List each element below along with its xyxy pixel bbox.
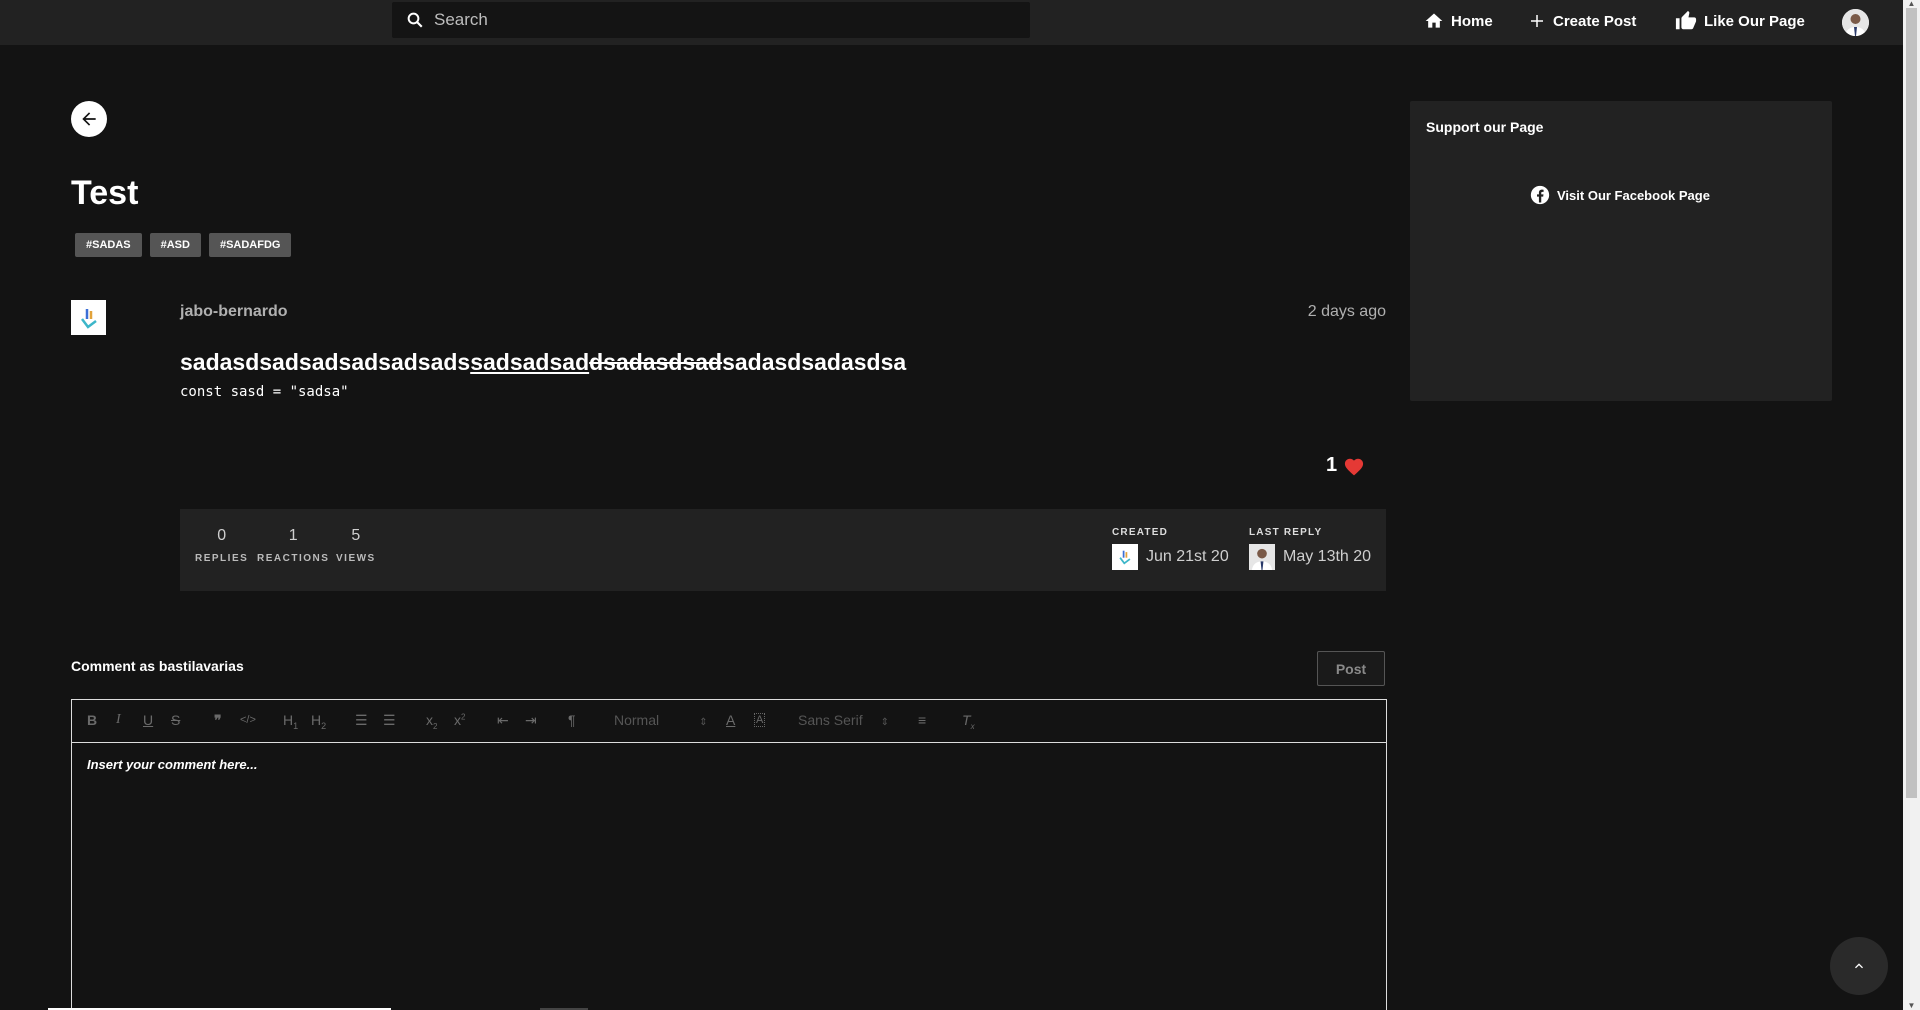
background-color-icon[interactable]: A xyxy=(754,713,766,727)
code-icon[interactable]: </> xyxy=(240,714,256,726)
nav-like-page[interactable]: Like Our Page xyxy=(1675,0,1805,42)
stat-value: 1 xyxy=(288,527,298,544)
stat-replies: 0 REPLIES xyxy=(195,527,248,564)
strikethrough-icon[interactable]: S xyxy=(171,712,180,728)
nav-home-label: Home xyxy=(1451,12,1493,30)
post-content: sadasdsadsadsadsadsadssadsadsaddsadasdsa… xyxy=(180,349,906,376)
facebook-link[interactable]: Visit Our Facebook Page xyxy=(1530,185,1710,205)
stat-label: VIEWS xyxy=(336,553,376,564)
underline-icon[interactable]: U xyxy=(143,712,153,728)
indent-icon[interactable]: ⇥ xyxy=(525,712,537,729)
superscript-icon[interactable]: x2 xyxy=(454,712,465,728)
support-panel: Support our Page Visit Our Facebook Page xyxy=(1410,101,1832,401)
bullet-list-icon[interactable]: ☰ xyxy=(383,712,396,729)
search-input[interactable] xyxy=(432,9,996,31)
content-underlined: sadsadsad xyxy=(470,349,590,375)
top-bar: Home Create Post Like Our Page xyxy=(0,0,1903,45)
author-name[interactable]: jabo-bernardo xyxy=(180,303,288,321)
tag-chip[interactable]: #SADAS xyxy=(75,233,142,257)
search-icon xyxy=(407,12,423,28)
plus-icon xyxy=(1531,15,1543,27)
select-arrows-icon: ⇕ xyxy=(880,717,889,728)
text-direction-icon[interactable]: ¶ xyxy=(568,712,576,728)
nav-create-post-label: Create Post xyxy=(1553,12,1637,30)
meta-last-reply: LAST REPLY May 13th 20 xyxy=(1249,527,1371,570)
avatar-image xyxy=(1842,9,1869,36)
outdent-icon[interactable]: ⇤ xyxy=(497,712,509,729)
user-avatar[interactable] xyxy=(1842,9,1869,36)
author-logo-icon xyxy=(80,308,97,329)
stat-label: REPLIES xyxy=(195,553,249,564)
meta-created: CREATED Jun 21st 20 xyxy=(1112,527,1229,570)
font-select-value: Sans Serif xyxy=(798,712,863,728)
arrow-left-icon xyxy=(82,112,96,126)
home-icon xyxy=(1425,13,1443,28)
creator-avatar[interactable] xyxy=(1112,544,1138,570)
scrollbar-thumb[interactable] xyxy=(1906,8,1917,798)
post-title: Test xyxy=(71,174,139,212)
subscript-icon[interactable]: x2 xyxy=(426,712,437,731)
last-reply-date: May 13th 20 xyxy=(1283,548,1372,565)
comment-as-label: Comment as bastilavarias xyxy=(71,658,244,674)
header-select[interactable]: Normal ⇕ xyxy=(614,712,708,728)
last-reply-avatar[interactable] xyxy=(1249,544,1275,570)
chevron-up-icon xyxy=(1855,963,1863,969)
content-strikethrough: dsadasdsad xyxy=(589,349,723,375)
scroll-to-top-button[interactable] xyxy=(1830,937,1888,995)
post-stats-bar: 0 REPLIES 1 REACTIONS 5 VIEWS CREATED Ju… xyxy=(180,509,1386,591)
comment-editor: B I U S ❞ </> H1 H2 ☰ ☰ x2 x2 ⇤ ⇥ ¶ Norm… xyxy=(71,699,1387,1010)
support-title: Support our Page xyxy=(1426,119,1544,135)
post-time: 2 days ago xyxy=(1307,303,1386,320)
author-logo-icon xyxy=(1119,550,1131,565)
meta-label: LAST REPLY xyxy=(1249,527,1323,538)
stat-value: 5 xyxy=(351,527,361,544)
like-counter[interactable]: 1 xyxy=(1326,454,1365,477)
scroll-up-arrow-icon[interactable]: ▲ xyxy=(1906,0,1917,8)
ordered-list-icon[interactable]: ☰ xyxy=(355,712,368,729)
heading2-icon[interactable]: H2 xyxy=(311,712,326,731)
back-button[interactable] xyxy=(71,101,107,137)
created-date: Jun 21st 20 xyxy=(1146,548,1229,565)
blockquote-icon[interactable]: ❞ xyxy=(214,712,222,729)
search-bar[interactable] xyxy=(392,2,1030,38)
align-icon[interactable]: ≡ xyxy=(918,712,926,728)
facebook-link-label: Visit Our Facebook Page xyxy=(1557,187,1710,203)
header-select-value: Normal xyxy=(614,712,660,728)
comment-input[interactable]: Insert your comment here... xyxy=(72,743,1386,786)
clear-format-icon[interactable]: Tx xyxy=(962,712,975,731)
stat-reactions: 1 REACTIONS xyxy=(257,527,329,564)
stat-label: REACTIONS xyxy=(257,553,330,564)
select-arrows-icon: ⇕ xyxy=(699,717,708,728)
author-avatar[interactable] xyxy=(71,300,106,335)
scroll-down-arrow-icon[interactable]: ▼ xyxy=(1906,1002,1917,1010)
content-text: sadasdsadsadsadsadsads xyxy=(180,349,471,375)
italic-icon[interactable]: I xyxy=(116,712,121,728)
stat-views: 5 VIEWS xyxy=(336,527,376,564)
like-count: 1 xyxy=(1326,454,1338,476)
thumbs-up-icon xyxy=(1675,10,1697,30)
editor-toolbar: B I U S ❞ </> H1 H2 ☰ ☰ x2 x2 ⇤ ⇥ ¶ Norm… xyxy=(72,700,1386,743)
tag-chip[interactable]: #SADAFDG xyxy=(208,233,292,257)
code-block: const sasd = "sadsa" xyxy=(180,384,349,400)
stat-value: 0 xyxy=(217,527,227,544)
heading1-icon[interactable]: H1 xyxy=(283,712,298,731)
post-comment-button[interactable]: Post xyxy=(1317,651,1385,686)
bold-icon[interactable]: B xyxy=(87,712,97,728)
text-color-icon[interactable]: A xyxy=(726,712,735,728)
facebook-icon xyxy=(1530,185,1550,205)
avatar-image xyxy=(1249,544,1275,570)
font-select[interactable]: Sans Serif ⇕ xyxy=(798,712,889,728)
nav-like-page-label: Like Our Page xyxy=(1704,12,1805,30)
nav-create-post[interactable]: Create Post xyxy=(1528,0,1636,42)
tag-list: #SADAS #ASD #SADAFDG xyxy=(75,233,292,257)
content-text: sadasdsadasdsa xyxy=(722,349,907,375)
meta-label: CREATED xyxy=(1112,527,1168,538)
tag-chip[interactable]: #ASD xyxy=(149,233,201,257)
heart-icon[interactable] xyxy=(1343,456,1365,476)
nav-home[interactable]: Home xyxy=(1424,0,1493,42)
